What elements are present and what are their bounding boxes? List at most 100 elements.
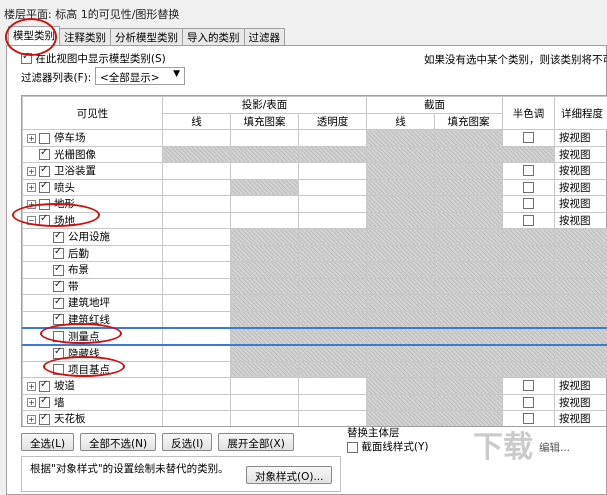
section-fill-cell[interactable] (434, 228, 503, 246)
transparency-cell[interactable] (298, 393, 367, 411)
table-row[interactable]: + 地形 按视图 (22, 195, 607, 213)
visibility-checkbox[interactable] (39, 412, 50, 425)
table-row[interactable]: 后勤 (22, 244, 607, 262)
projection-lines-cell[interactable] (162, 211, 231, 229)
transparency-cell[interactable] (298, 129, 367, 147)
table-row[interactable]: 布景 (22, 261, 607, 279)
projection-lines-cell[interactable] (162, 360, 231, 378)
halftone-cell[interactable] (502, 360, 555, 378)
table-row[interactable]: + 坡道 按视图 (22, 377, 607, 395)
section-fill-cell[interactable] (434, 178, 503, 196)
tab-analytical-model-categories[interactable]: 分析模型类别 (110, 28, 183, 45)
category-name-cell[interactable]: + 卫浴装置 (22, 162, 163, 180)
projection-lines-cell[interactable] (162, 344, 231, 362)
section-lines-cell[interactable] (366, 211, 435, 229)
category-name-cell[interactable]: + 坡道 (22, 377, 163, 395)
section-lines-cell[interactable] (366, 129, 435, 147)
visibility-checkbox[interactable] (53, 230, 64, 243)
visibility-checkbox[interactable] (53, 263, 64, 276)
category-name-cell[interactable]: + 天花板 (22, 410, 163, 426)
transparency-cell[interactable] (298, 326, 367, 346)
projection-lines-cell[interactable] (162, 294, 231, 312)
detail-level-cell[interactable]: 按视图 (554, 211, 607, 229)
transparency-cell[interactable] (298, 145, 367, 163)
section-fill-cell[interactable] (434, 162, 503, 180)
section-fill-cell[interactable] (434, 277, 503, 295)
halftone-checkbox[interactable] (523, 380, 534, 392)
halftone-cell[interactable] (502, 344, 555, 362)
section-fill-cell[interactable] (434, 145, 503, 163)
projection-fill-cell[interactable] (230, 195, 299, 213)
halftone-cell[interactable] (502, 178, 555, 196)
expand-icon[interactable]: + (27, 398, 36, 408)
halftone-cell[interactable] (502, 145, 555, 163)
section-fill-cell[interactable] (434, 310, 503, 328)
projection-lines-cell[interactable] (162, 145, 231, 163)
visibility-checkbox[interactable] (39, 180, 50, 194)
projection-fill-cell[interactable] (230, 393, 299, 411)
section-lines-cell[interactable] (366, 294, 435, 312)
detail-level-cell[interactable] (554, 310, 607, 328)
table-row[interactable]: 建筑红线 (22, 310, 607, 328)
projection-fill-cell[interactable] (230, 277, 299, 295)
section-fill-cell[interactable] (434, 294, 503, 312)
category-grid[interactable]: 可见性 投影/表面 截面 半色调 详细程度 线 填充图案 透明度 线 填充图案 … (21, 95, 607, 427)
table-row[interactable]: + 停车场 按视图 (22, 129, 607, 147)
projection-lines-cell[interactable] (162, 129, 231, 147)
projection-lines-cell[interactable] (162, 410, 231, 426)
section-lines-cell[interactable] (366, 178, 435, 196)
detail-level-cell[interactable]: 按视图 (554, 129, 607, 147)
transparency-cell[interactable] (298, 244, 367, 262)
halftone-checkbox[interactable] (523, 214, 534, 226)
tab-filters[interactable]: 过滤器 (243, 28, 285, 45)
section-lines-cell[interactable] (366, 310, 435, 328)
section-lines-cell[interactable] (366, 326, 435, 346)
expand-icon[interactable]: + (27, 183, 36, 193)
transparency-cell[interactable] (298, 228, 367, 246)
category-name-cell[interactable]: 后勤 (22, 244, 163, 262)
category-name-cell[interactable]: + 停车场 (22, 129, 163, 147)
visibility-checkbox[interactable] (39, 132, 50, 144)
halftone-cell[interactable] (502, 244, 555, 262)
section-fill-cell[interactable] (434, 377, 503, 395)
transparency-cell[interactable] (298, 178, 367, 196)
halftone-checkbox[interactable] (523, 181, 534, 193)
category-name-cell[interactable]: 建筑地坪 (22, 294, 163, 312)
detail-level-cell[interactable]: 按视图 (554, 377, 607, 395)
transparency-cell[interactable] (298, 294, 367, 312)
table-row[interactable]: 光栅图像 按视图 (22, 145, 607, 163)
detail-level-cell[interactable] (554, 244, 607, 262)
category-name-cell[interactable]: 公用设施 (22, 228, 163, 246)
visibility-checkbox[interactable] (39, 147, 50, 161)
projection-lines-cell[interactable] (162, 261, 231, 279)
section-lines-cell[interactable] (366, 228, 435, 246)
halftone-cell[interactable] (502, 326, 555, 346)
projection-fill-cell[interactable] (230, 211, 299, 229)
projection-lines-cell[interactable] (162, 310, 231, 328)
visibility-checkbox[interactable] (53, 279, 64, 293)
table-row[interactable]: 公用设施 (22, 228, 607, 246)
transparency-cell[interactable] (298, 344, 367, 362)
tab-imported-categories[interactable]: 导入的类别 (182, 28, 245, 45)
halftone-cell[interactable] (502, 294, 555, 312)
section-lines-cell[interactable] (366, 377, 435, 395)
transparency-cell[interactable] (298, 195, 367, 213)
section-lines-cell[interactable] (366, 344, 435, 362)
detail-level-cell[interactable]: 按视图 (554, 195, 607, 213)
detail-level-cell[interactable] (554, 344, 607, 362)
section-fill-cell[interactable] (434, 393, 503, 411)
table-row[interactable]: 带 (22, 277, 607, 295)
projection-lines-cell[interactable] (162, 162, 231, 180)
halftone-cell[interactable] (502, 261, 555, 279)
halftone-checkbox[interactable] (523, 132, 534, 144)
detail-level-cell[interactable] (554, 294, 607, 312)
halftone-cell[interactable] (502, 195, 555, 213)
section-fill-cell[interactable] (434, 129, 503, 147)
edit-button[interactable]: 编辑... (539, 440, 570, 455)
section-fill-cell[interactable] (434, 326, 503, 346)
select-none-button[interactable]: 全部不选(N) (80, 433, 157, 451)
detail-level-cell[interactable]: 按视图 (554, 145, 607, 163)
projection-fill-cell[interactable] (230, 310, 299, 328)
transparency-cell[interactable] (298, 261, 367, 279)
halftone-checkbox[interactable] (523, 396, 534, 408)
